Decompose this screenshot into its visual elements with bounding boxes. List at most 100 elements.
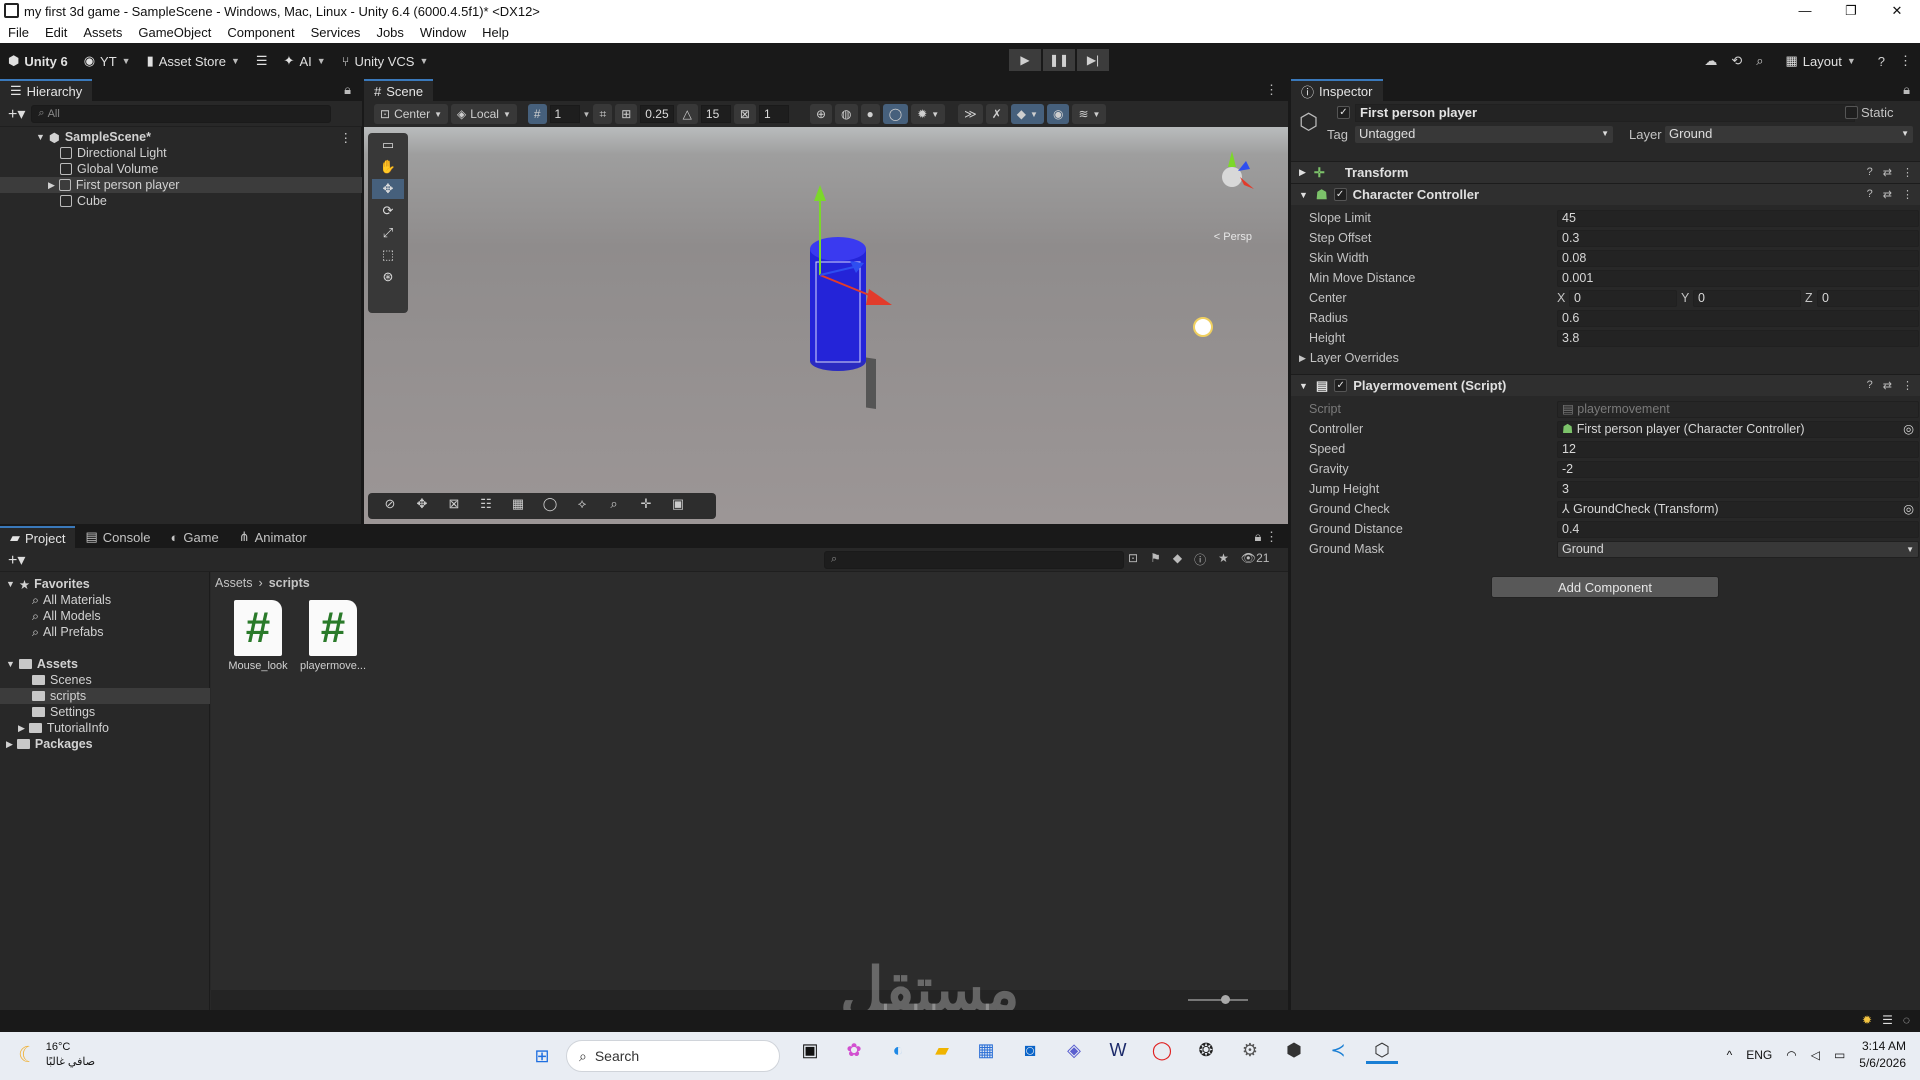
move-axes-icon[interactable]: ✥ <box>408 496 436 516</box>
gravity-field[interactable]: -2 <box>1557 460 1919 478</box>
help-icon[interactable]: ? <box>1867 188 1873 201</box>
pan-icon[interactable]: ✛ <box>632 496 660 516</box>
menu-gameobject[interactable]: GameObject <box>130 25 219 40</box>
search-icon[interactable]: ⌕ <box>1756 53 1763 69</box>
light-gizmo[interactable] <box>1193 317 1213 337</box>
visibility-toggle[interactable]: ◉ <box>1046 104 1070 124</box>
visibility-count[interactable]: 👁︎21 <box>1241 551 1270 568</box>
unity-editor-icon[interactable]: ⬡ <box>1366 1040 1398 1064</box>
minimize-button[interactable]: — <box>1782 0 1828 22</box>
breadcrumb-assets[interactable]: Assets <box>215 576 253 590</box>
expand-right-icon[interactable]: ▶ <box>48 180 55 191</box>
component-enabled-checkbox[interactable]: ✓ <box>1334 379 1348 392</box>
transform-header[interactable]: ▶ ✛ Transform ? ⇄ ⋮ <box>1291 161 1920 183</box>
more-icon[interactable]: ⋮ <box>1265 82 1278 98</box>
radius-field[interactable]: 0.6 <box>1557 309 1919 327</box>
tab-scene[interactable]: # Scene <box>364 79 434 101</box>
layout-dropdown[interactable]: ▦ Layout ▼ <box>1778 49 1864 73</box>
folder-item-selected[interactable]: scripts <box>0 688 210 704</box>
close-button[interactable]: ✕ <box>1874 0 1920 22</box>
expand-down-icon[interactable]: ▼ <box>6 579 15 589</box>
fx-toggle[interactable]: ✗ <box>985 104 1008 124</box>
grid-size-field[interactable]: 1 <box>549 105 580 123</box>
battery-icon[interactable]: ▭ <box>1834 1048 1845 1062</box>
breadcrumb-scripts[interactable]: scripts <box>269 576 310 590</box>
play-button[interactable]: ▶ <box>1009 49 1041 71</box>
preset-icon[interactable]: ⇄ <box>1883 188 1892 201</box>
hierarchy-item[interactable]: Cube <box>0 193 362 209</box>
layer-overrides-foldout[interactable]: ▶ Layer Overrides <box>1299 349 1909 367</box>
add-icon[interactable]: +▾ <box>8 104 25 124</box>
expand-right-icon[interactable]: ▶ <box>1299 353 1306 364</box>
compass-icon[interactable]: ⊘ <box>376 496 404 516</box>
skin-width-field[interactable]: 0.08 <box>1557 249 1919 267</box>
folder-item[interactable]: Settings <box>0 704 210 720</box>
expand-down-icon[interactable]: ▼ <box>36 132 45 142</box>
ground-mask-dropdown[interactable]: Ground ▼ <box>1557 540 1919 558</box>
increment-snap-toggle[interactable]: ⊞ <box>615 104 638 124</box>
object-name-field[interactable]: First person player <box>1355 104 1855 122</box>
object-picker-icon[interactable]: ◎ <box>1903 422 1914 437</box>
tab-animator[interactable]: ⋔ Animator <box>229 526 317 548</box>
layer-dropdown[interactable]: Ground ▼ <box>1665 126 1913 143</box>
menu-assets[interactable]: Assets <box>75 25 130 40</box>
packages-foldout[interactable]: ▶ Packages <box>0 736 210 752</box>
menu-edit[interactable]: Edit <box>37 25 75 40</box>
snap-toggle[interactable]: ⌗ <box>593 104 613 124</box>
vcs-dropdown[interactable]: ⑂ Unity VCS ▼ <box>334 49 437 73</box>
help-icon[interactable]: ? <box>1878 54 1885 69</box>
playermovement-header[interactable]: ▼ ▤ ✓ Playermovement (Script) ? ⇄ ⋮ <box>1291 374 1920 396</box>
min-move-field[interactable]: 0.001 <box>1557 269 1919 287</box>
script-asset[interactable]: # playermove... <box>298 600 368 672</box>
language-indicator[interactable]: ENG <box>1746 1048 1772 1062</box>
more-icon[interactable]: ⋮ <box>1902 188 1913 201</box>
expand-right-icon[interactable]: ▶ <box>1299 167 1306 178</box>
expand-down-icon[interactable]: ▼ <box>1299 381 1308 391</box>
active-checkbox[interactable]: ✓ <box>1337 106 1350 119</box>
file-explorer-icon[interactable]: ▰ <box>926 1040 958 1064</box>
asset-store-dropdown[interactable]: ▮ Asset Store ▼ <box>139 49 248 73</box>
filter-type-icon[interactable]: ⊡ <box>1128 551 1138 568</box>
icon-size-slider-handle[interactable] <box>1221 995 1230 1004</box>
camera-icon[interactable]: ▣ <box>664 496 692 516</box>
favorite-item[interactable]: ⌕ All Materials <box>0 592 210 608</box>
cache-icon[interactable]: ☰ <box>1882 1013 1893 1027</box>
slope-limit-field[interactable]: 45 <box>1557 209 1919 227</box>
volume-icon[interactable]: ◁ <box>1811 1048 1820 1062</box>
gizmo-global-toggle[interactable]: ⊕ <box>809 104 833 124</box>
shaded-wire-toggle[interactable]: ◯ <box>882 104 909 124</box>
maximize-button[interactable]: ❐ <box>1828 0 1874 22</box>
grid-icon[interactable]: ▦ <box>504 496 532 516</box>
scene-viewport[interactable]: ▭ ✋ ✥ ⟳ ⤢ ⬚ ⊛ < Persp ⊘ ✥ ⊠ ☷ ▦ ◯ ⟡ ⌕ ✛ … <box>364 127 1288 524</box>
projection-label[interactable]: < Persp <box>1214 231 1252 243</box>
filter-tag-icon[interactable]: ◆ <box>1173 551 1182 568</box>
unity-hub-icon[interactable]: ⬢ <box>1278 1040 1310 1064</box>
wifi-icon[interactable]: ◠ <box>1786 1048 1796 1062</box>
teams-icon[interactable]: ◈ <box>1058 1040 1090 1064</box>
menu-file[interactable]: File <box>0 25 37 40</box>
settings-icon[interactable]: ⚙ <box>1234 1040 1266 1064</box>
nav-icon[interactable]: ⊠ <box>440 496 468 516</box>
lock-icon[interactable]: 🔒︎ <box>344 82 351 98</box>
rotate-snap-toggle[interactable]: △ <box>676 104 698 124</box>
ground-distance-field[interactable]: 0.4 <box>1557 520 1919 538</box>
help-icon[interactable]: ? <box>1867 379 1873 392</box>
menu-services[interactable]: Services <box>303 25 369 40</box>
ai-dropdown[interactable]: ✦ AI ▼ <box>276 49 334 73</box>
controller-field[interactable]: ☗ First person player (Character Control… <box>1557 420 1919 438</box>
tab-console[interactable]: ▤ Console <box>75 526 160 548</box>
object-picker-icon[interactable]: ◎ <box>1903 502 1914 517</box>
zoom-icon[interactable]: ⌕ <box>600 496 628 516</box>
expand-right-icon[interactable]: ▶ <box>6 739 13 750</box>
hierarchy-search-input[interactable]: ⌕ All <box>31 104 332 123</box>
scale-snap-toggle[interactable]: ⊠ <box>733 104 756 124</box>
center-z-field[interactable]: 0 <box>1817 289 1919 307</box>
weather-widget[interactable]: ☾ 16°C صافي غالبًا <box>18 1040 95 1070</box>
component-enabled-checkbox[interactable]: ✓ <box>1333 188 1347 201</box>
static-checkbox[interactable] <box>1845 106 1858 119</box>
chatgpt-icon[interactable]: ❂ <box>1190 1040 1222 1064</box>
speed-field[interactable]: 12 <box>1557 440 1919 458</box>
caret-down-icon[interactable]: ▼ <box>583 110 591 119</box>
tab-inspector[interactable]: ⓘ Inspector <box>1291 79 1383 101</box>
shaded-toggle[interactable]: ● <box>860 104 880 124</box>
